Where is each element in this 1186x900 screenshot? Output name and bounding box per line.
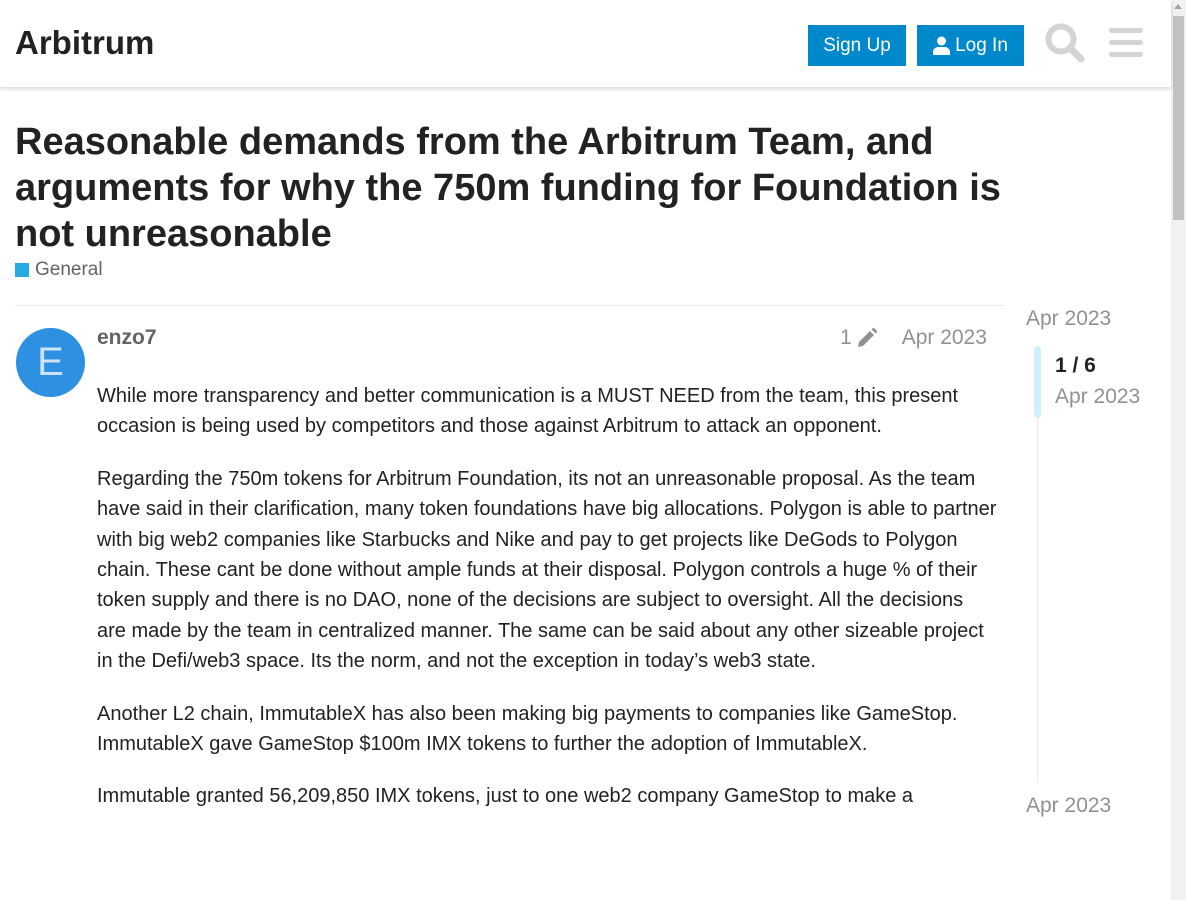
post-username[interactable]: enzo7 [97,326,157,350]
timeline-current-date: Apr 2023 [1055,385,1141,408]
scrollbar[interactable] [1171,0,1186,900]
post-paragraph: Another L2 chain, ImmutableX has also be… [97,702,958,756]
timeline-start-date[interactable]: Apr 2023 [1026,307,1111,331]
category-label: General [35,259,103,280]
site-header: Arbitrum Sign Up Log In [0,0,1171,87]
category-badge[interactable]: General [15,259,103,281]
user-icon [933,36,951,55]
edit-count[interactable]: 1 [840,326,852,350]
hamburger-menu-icon[interactable] [1108,27,1144,59]
divider [15,305,1004,306]
avatar[interactable]: E [16,328,85,397]
log-in-label: Log In [955,34,1008,56]
pencil-icon[interactable] [856,327,878,349]
post-paragraph: While more transparency and better commu… [97,385,959,438]
timeline-end-date[interactable]: Apr 2023 [1026,794,1111,818]
search-icon[interactable] [1044,22,1086,64]
post-paragraph: Immutable granted 56,209,850 IMX tokens,… [97,785,914,808]
sign-up-button[interactable]: Sign Up [808,25,906,66]
timeline-post-count: 1 / 6 [1055,354,1096,377]
post-meta: 1 Apr 2023 [840,326,987,350]
topic-title: Reasonable demands from the Arbitrum Tea… [15,121,1001,255]
post-date[interactable]: Apr 2023 [902,326,987,350]
post-paragraph: Regarding the 750m tokens for Arbitrum F… [97,467,997,673]
scroll-up-arrow-icon[interactable] [1174,4,1182,9]
scrollbar-thumb[interactable] [1173,16,1184,220]
log-in-button[interactable]: Log In [917,25,1024,66]
post-body: While more transparency and better commu… [97,381,997,834]
category-color-square [15,263,29,277]
site-logo[interactable]: Arbitrum [15,24,154,62]
timeline-handle[interactable] [1034,346,1041,418]
